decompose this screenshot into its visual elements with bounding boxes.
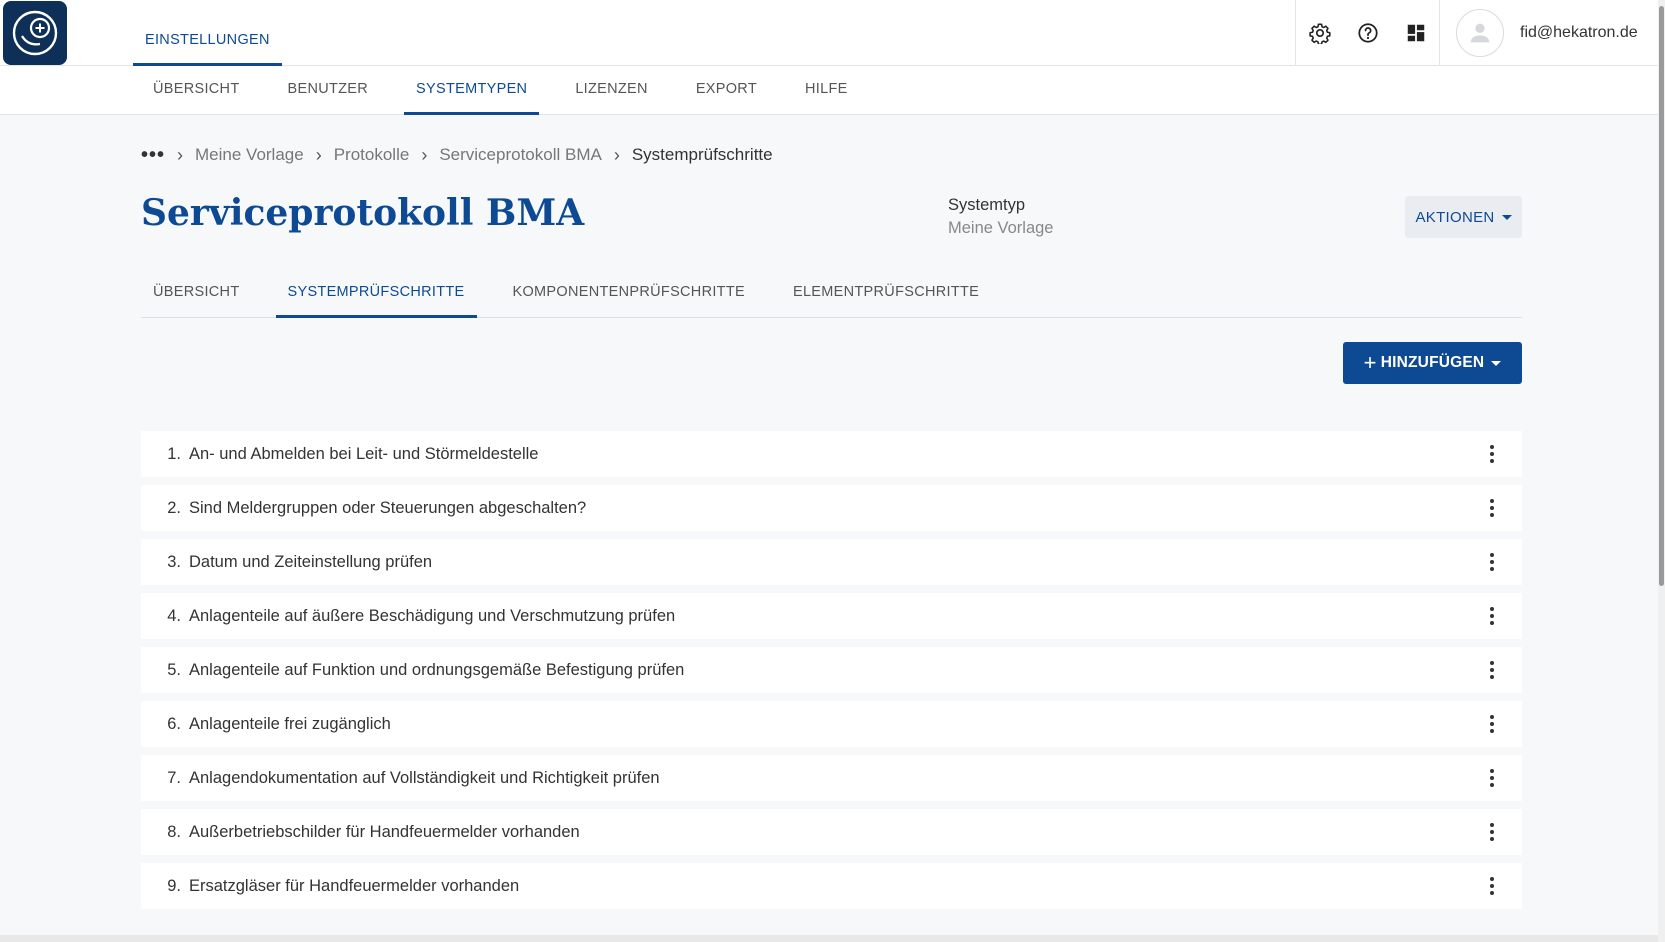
caret-down-icon [1491, 360, 1502, 366]
breadcrumb-item[interactable]: Protokolle [334, 145, 410, 165]
app-logo[interactable] [3, 1, 67, 65]
tab-systempruefschritte[interactable]: SYSTEMPRÜFSCHRITTE [275, 268, 477, 318]
person-icon [1470, 23, 1490, 43]
breadcrumb: ••• › Meine Vorlage › Protokolle › Servi… [141, 140, 773, 170]
add-button[interactable]: + HINZUFÜGEN [1343, 342, 1522, 384]
step-text: Anlagendokumentation auf Vollständigkeit… [189, 768, 660, 787]
step-number: 3. [167, 552, 181, 571]
more-options-icon[interactable] [1479, 819, 1505, 845]
page-title: Serviceprotokoll BMA [141, 192, 585, 234]
list-item[interactable]: 4. Anlagenteile auf äußere Beschädigung … [141, 593, 1522, 639]
step-text: Außerbetriebschilder für Handfeuermelder… [189, 822, 580, 841]
step-number: 8. [167, 822, 181, 841]
avatar [1456, 9, 1504, 57]
breadcrumb-item[interactable]: Meine Vorlage [195, 145, 304, 165]
step-number: 5. [167, 660, 181, 679]
more-options-icon[interactable] [1479, 873, 1505, 899]
step-number: 2. [167, 498, 181, 517]
horizontal-scrollbar[interactable] [0, 935, 1665, 942]
system-type-info: Systemtyp Meine Vorlage [948, 196, 1054, 238]
subnav-tab-systemtypen[interactable]: SYSTEMTYPEN [404, 66, 540, 115]
more-options-icon[interactable] [1479, 495, 1505, 521]
step-text: Sind Meldergruppen oder Steuerungen abge… [189, 498, 587, 517]
top-actions: fid@hekatron.de [1295, 0, 1665, 66]
step-text: Anlagenteile auf äußere Beschädigung und… [189, 606, 676, 625]
tab-komponentenpruefschritte[interactable]: KOMPONENTENPRÜFSCHRITTE [501, 268, 757, 318]
user-email: fid@hekatron.de [1520, 24, 1638, 41]
more-options-icon[interactable] [1479, 441, 1505, 467]
more-options-icon[interactable] [1479, 657, 1505, 683]
subnav-tab-lizenzen[interactable]: LIZENZEN [563, 66, 660, 115]
list-item[interactable]: 9. Ersatzgläser für Handfeuermelder vorh… [141, 863, 1522, 909]
list-item[interactable]: 5. Anlagenteile auf Funktion und ordnung… [141, 647, 1522, 693]
step-number: 7. [167, 768, 181, 787]
gear-icon [1309, 23, 1331, 44]
tab-einstellungen[interactable]: EINSTELLUNGEN [133, 0, 282, 66]
step-text: An- und Abmelden bei Leit- und Störmelde… [189, 444, 539, 463]
breadcrumb-item[interactable]: Serviceprotokoll BMA [439, 145, 602, 165]
main-nav: EINSTELLUNGEN [133, 0, 282, 66]
more-options-icon[interactable] [1479, 603, 1505, 629]
chevron-right-icon: › [613, 144, 620, 165]
breadcrumb-current: Systemprüfschritte [631, 145, 773, 164]
step-text: Ersatzgläser für Handfeuermelder vorhand… [189, 876, 520, 895]
step-number: 1. [167, 444, 181, 463]
breadcrumb-more-icon[interactable]: ••• [141, 144, 165, 167]
user-menu[interactable]: fid@hekatron.de [1439, 0, 1665, 66]
plus-icon: + [1363, 350, 1377, 375]
step-number: 9. [167, 876, 181, 895]
settings-button[interactable] [1296, 0, 1344, 66]
actions-button[interactable]: AKTIONEN [1405, 196, 1522, 238]
actions-label: AKTIONEN [1415, 208, 1495, 226]
sub-navigation: ÜBERSICHT BENUTZER SYSTEMTYPEN LIZENZEN … [0, 66, 1665, 115]
chevron-right-icon: › [177, 144, 184, 165]
list-item[interactable]: 3. Datum und Zeiteinstellung prüfen [141, 539, 1522, 585]
list-item[interactable]: 1. An- und Abmelden bei Leit- und Störme… [141, 431, 1522, 477]
subnav-tab-hilfe[interactable]: HILFE [793, 66, 860, 115]
protocol-tabs: ÜBERSICHT SYSTEMPRÜFSCHRITTE KOMPONENTEN… [141, 268, 1522, 318]
chevron-right-icon: › [421, 144, 428, 165]
system-type-label: Systemtyp [948, 196, 1026, 214]
subnav-tab-benutzer[interactable]: BENUTZER [276, 66, 381, 115]
logo-icon [12, 10, 58, 56]
list-item[interactable]: 7. Anlagendokumentation auf Vollständigk… [141, 755, 1522, 801]
more-options-icon[interactable] [1479, 765, 1505, 791]
top-header: EINSTELLUNGEN fid@hekatron.de [0, 0, 1665, 66]
caret-down-icon [1501, 214, 1512, 220]
list-item[interactable]: 6. Anlagenteile frei zugänglich [141, 701, 1522, 747]
step-text: Datum und Zeiteinstellung prüfen [189, 552, 433, 571]
list-item[interactable]: 2. Sind Meldergruppen oder Steuerungen a… [141, 485, 1522, 531]
help-button[interactable] [1344, 0, 1392, 66]
step-text: Anlagenteile auf Funktion und ordnungsge… [189, 660, 685, 679]
step-number: 6. [167, 714, 181, 733]
list-item[interactable]: 8. Außerbetriebschilder für Handfeuermel… [141, 809, 1522, 855]
dashboard-icon [1407, 24, 1425, 42]
add-label: HINZUFÜGEN [1380, 354, 1485, 371]
system-steps-list: 1. An- und Abmelden bei Leit- und Störme… [141, 431, 1522, 917]
chevron-right-icon: › [315, 144, 322, 165]
more-options-icon[interactable] [1479, 549, 1505, 575]
system-type-value: Meine Vorlage [948, 219, 1054, 237]
subnav-tab-uebersicht[interactable]: ÜBERSICHT [141, 66, 252, 115]
step-number: 4. [167, 606, 181, 625]
step-text: Anlagenteile frei zugänglich [189, 714, 391, 733]
tab-uebersicht[interactable]: ÜBERSICHT [141, 268, 252, 318]
tab-elementpruefschritte[interactable]: ELEMENTPRÜFSCHRITTE [781, 268, 991, 318]
dashboard-button[interactable] [1392, 0, 1440, 66]
vertical-scrollbar-thumb[interactable] [1659, 6, 1664, 586]
help-icon [1358, 23, 1378, 43]
more-options-icon[interactable] [1479, 711, 1505, 737]
subnav-tab-export[interactable]: EXPORT [684, 66, 769, 115]
